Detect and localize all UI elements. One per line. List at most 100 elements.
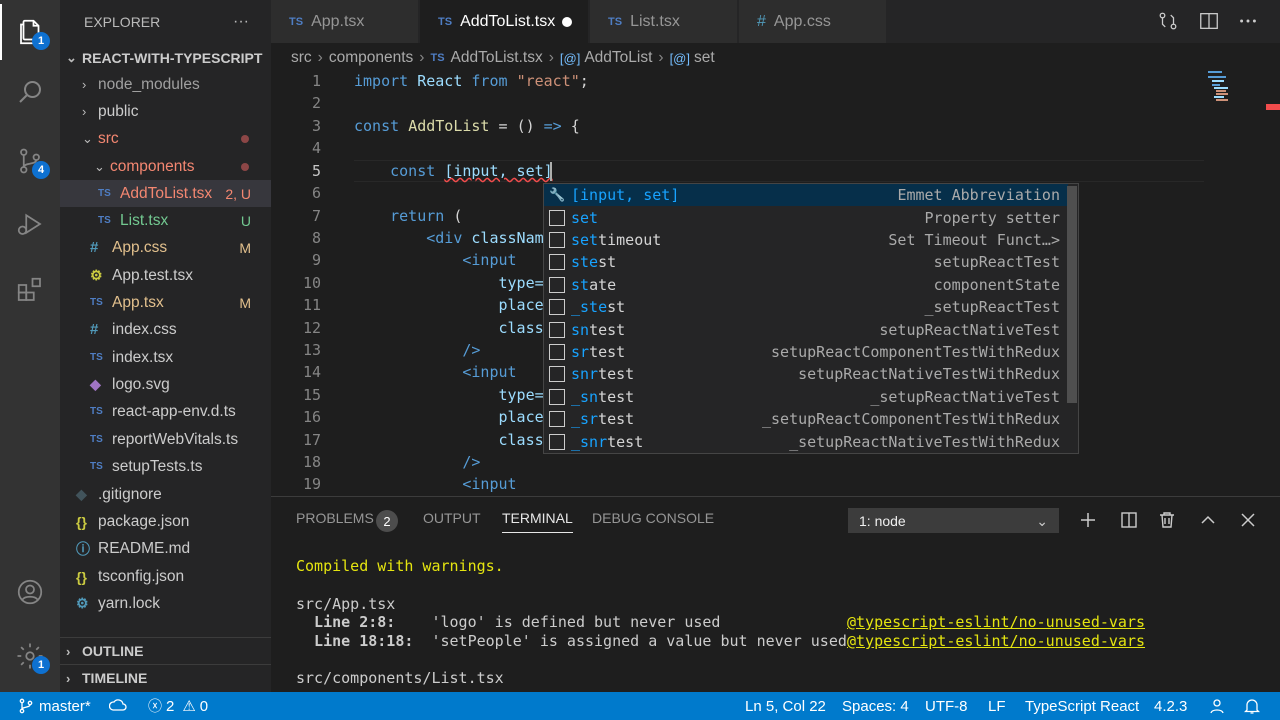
end-of-line[interactable]: LF bbox=[988, 692, 1006, 720]
suggestion-item[interactable]: snrtest setupReactNativeTestWithRedux bbox=[544, 363, 1068, 385]
tab-app-tsx[interactable]: TS App.tsx bbox=[271, 0, 418, 43]
suggestion-item[interactable]: _sntest _setupReactNativeTest bbox=[544, 386, 1068, 408]
split-editor-icon[interactable] bbox=[1198, 10, 1220, 32]
git-branch[interactable]: master* bbox=[18, 692, 91, 720]
more-actions-icon[interactable]: ··· bbox=[233, 13, 249, 31]
warning-location: Line 2:8: bbox=[296, 613, 396, 631]
breadcrumb-item[interactable]: src bbox=[291, 49, 312, 67]
tree-item-index-tsx[interactable]: TS index.tsx bbox=[60, 344, 271, 371]
breadcrumb-item[interactable]: components bbox=[329, 49, 413, 67]
run-debug-icon[interactable] bbox=[0, 196, 60, 252]
line-number: 13 bbox=[302, 341, 321, 359]
suggestion-detail: setupReactNativeTestWithRedux bbox=[798, 365, 1060, 384]
typescript-file-icon: TS bbox=[289, 15, 304, 28]
extensions-icon[interactable] bbox=[0, 262, 60, 318]
terminal-select[interactable]: 1: node ⌄ bbox=[848, 508, 1059, 533]
language-mode[interactable]: TypeScript React bbox=[1025, 692, 1139, 720]
terminal-line: Line 2:8: 'logo' is defined but never us… bbox=[296, 613, 720, 631]
indentation[interactable]: Spaces: 4 bbox=[842, 692, 909, 720]
tab-app-css[interactable]: # App.css bbox=[739, 0, 886, 43]
tree-item-label: setupTests.ts bbox=[112, 457, 203, 475]
tree-item-app-css[interactable]: # App.css M bbox=[60, 234, 271, 261]
notifications-bell-icon[interactable] bbox=[1244, 692, 1260, 720]
project-root[interactable]: ⌄ REACT-WITH-TYPESCRIPT bbox=[60, 44, 271, 71]
minimap[interactable] bbox=[1208, 71, 1258, 111]
tab-addtolist[interactable]: TS AddToList.tsx bbox=[420, 0, 588, 43]
problems-status[interactable]: ⓧ 2 ⚠ 0 bbox=[148, 692, 208, 720]
new-terminal-icon[interactable] bbox=[1078, 510, 1098, 530]
tree-item-tsconfig[interactable]: {} tsconfig.json bbox=[60, 563, 271, 590]
trash-icon[interactable] bbox=[1157, 510, 1177, 530]
suggestion-label: _srtest bbox=[571, 410, 762, 428]
accounts-icon[interactable] bbox=[0, 564, 60, 620]
settings-gear-icon[interactable]: 1 bbox=[0, 628, 60, 684]
tree-item-react-app-env[interactable]: TS react-app-env.d.ts bbox=[60, 398, 271, 425]
split-terminal-icon[interactable] bbox=[1119, 510, 1139, 530]
cursor-position[interactable]: Ln 5, Col 22 bbox=[745, 692, 826, 720]
tree-item-yarn-lock[interactable]: ⚙ yarn.lock bbox=[60, 590, 271, 617]
feedback-icon[interactable] bbox=[1208, 692, 1226, 720]
tab-terminal[interactable]: TERMINAL bbox=[502, 510, 573, 533]
suggestion-item[interactable]: set Property setter bbox=[544, 206, 1068, 228]
suggestion-item[interactable]: sntest setupReactNativeTest bbox=[544, 318, 1068, 340]
typescript-file-icon: TS bbox=[98, 188, 111, 199]
tree-item-public[interactable]: › public bbox=[60, 98, 271, 125]
breadcrumb-item[interactable]: AddToList.tsx bbox=[451, 49, 543, 67]
breadcrumb-item[interactable]: set bbox=[694, 49, 715, 67]
tree-item-list[interactable]: TS List.tsx U bbox=[60, 207, 271, 234]
suggestion-detail: Property setter bbox=[924, 208, 1060, 227]
source-control-icon[interactable]: 4 bbox=[0, 133, 60, 189]
line-number: 16 bbox=[302, 408, 321, 426]
typescript-version[interactable]: 4.2.3 bbox=[1154, 692, 1187, 720]
token: import bbox=[354, 72, 409, 90]
close-panel-icon[interactable] bbox=[1238, 510, 1258, 530]
tree-item-src[interactable]: ⌄ src bbox=[60, 125, 271, 152]
tree-item-node-modules[interactable]: › node_modules bbox=[60, 71, 271, 98]
eslint-rule-link[interactable]: @typescript-eslint/no-unused-vars bbox=[847, 632, 1145, 650]
explorer-icon[interactable]: 1 bbox=[0, 4, 60, 60]
sync-icon[interactable] bbox=[109, 692, 127, 720]
tab-output[interactable]: OUTPUT bbox=[423, 510, 481, 526]
tree-item-package-json[interactable]: {} package.json bbox=[60, 508, 271, 535]
suggestion-item[interactable]: srtest setupReactComponentTestWithRedux bbox=[544, 341, 1068, 363]
suggestion-item[interactable]: state componentState bbox=[544, 274, 1068, 296]
tab-problems[interactable]: PROBLEMS bbox=[296, 510, 374, 526]
tree-item-logo[interactable]: ◆ logo.svg bbox=[60, 371, 271, 398]
tree-item-index-css[interactable]: # index.css bbox=[60, 316, 271, 343]
suggestion-item[interactable]: _snrtest _setupReactNativeTestWithRedux bbox=[544, 430, 1068, 452]
suggestion-match: _ste bbox=[571, 298, 608, 317]
maximize-panel-icon[interactable] bbox=[1198, 510, 1218, 530]
suggestion-match: _sn bbox=[571, 387, 599, 406]
suggestion-rest: test bbox=[589, 342, 626, 361]
more-actions-icon[interactable] bbox=[1237, 10, 1259, 32]
encoding[interactable]: UTF-8 bbox=[925, 692, 968, 720]
suggestion-item[interactable]: settimeout Set Timeout Funct…> bbox=[544, 229, 1068, 251]
breadcrumb-item[interactable]: AddToList bbox=[584, 49, 652, 67]
eslint-rule-link[interactable]: @typescript-eslint/no-unused-vars bbox=[847, 613, 1145, 631]
open-changes-icon[interactable] bbox=[1157, 10, 1179, 32]
tab-debug-console[interactable]: DEBUG CONSOLE bbox=[592, 510, 714, 526]
tree-item-components[interactable]: ⌄ components bbox=[60, 153, 271, 180]
suggestion-item[interactable]: _stest _setupReactTest bbox=[544, 296, 1068, 318]
suggestion-item[interactable]: _srtest _setupReactComponentTestWithRedux bbox=[544, 408, 1068, 430]
tree-item-addtolist[interactable]: TS AddToList.tsx 2, U bbox=[60, 180, 271, 207]
tree-item-app-tsx[interactable]: TS App.tsx M bbox=[60, 289, 271, 316]
tree-item-app-test[interactable]: ⚙ App.test.tsx bbox=[60, 262, 271, 289]
tree-item-gitignore[interactable]: ◆ .gitignore bbox=[60, 481, 271, 508]
suggestion-match: sn bbox=[571, 320, 590, 339]
git-branch-icon bbox=[19, 698, 33, 714]
tree-item-report-web-vitals[interactable]: TS reportWebVitals.ts bbox=[60, 426, 271, 453]
unsaved-dot-icon[interactable] bbox=[562, 16, 572, 27]
suggestion-item[interactable]: stest setupReactTest bbox=[544, 251, 1068, 273]
timeline-section[interactable]: › TIMELINE bbox=[60, 664, 271, 691]
search-icon[interactable] bbox=[0, 64, 60, 120]
outline-section[interactable]: › OUTLINE bbox=[60, 637, 271, 664]
text-symbol-icon bbox=[549, 343, 565, 360]
tree-item-label: AddToList.tsx bbox=[120, 184, 213, 202]
suggestion-scrollbar[interactable] bbox=[1067, 186, 1077, 403]
suggestion-detail: setupReactComponentTestWithRedux bbox=[771, 342, 1060, 361]
tree-item-setup-tests[interactable]: TS setupTests.ts bbox=[60, 453, 271, 480]
tab-list-tsx[interactable]: TS List.tsx bbox=[590, 0, 737, 43]
tree-item-readme[interactable]: ⓘ README.md bbox=[60, 535, 271, 562]
suggestion-item[interactable]: 🔧 [input, set] Emmet Abbreviation bbox=[544, 184, 1068, 207]
